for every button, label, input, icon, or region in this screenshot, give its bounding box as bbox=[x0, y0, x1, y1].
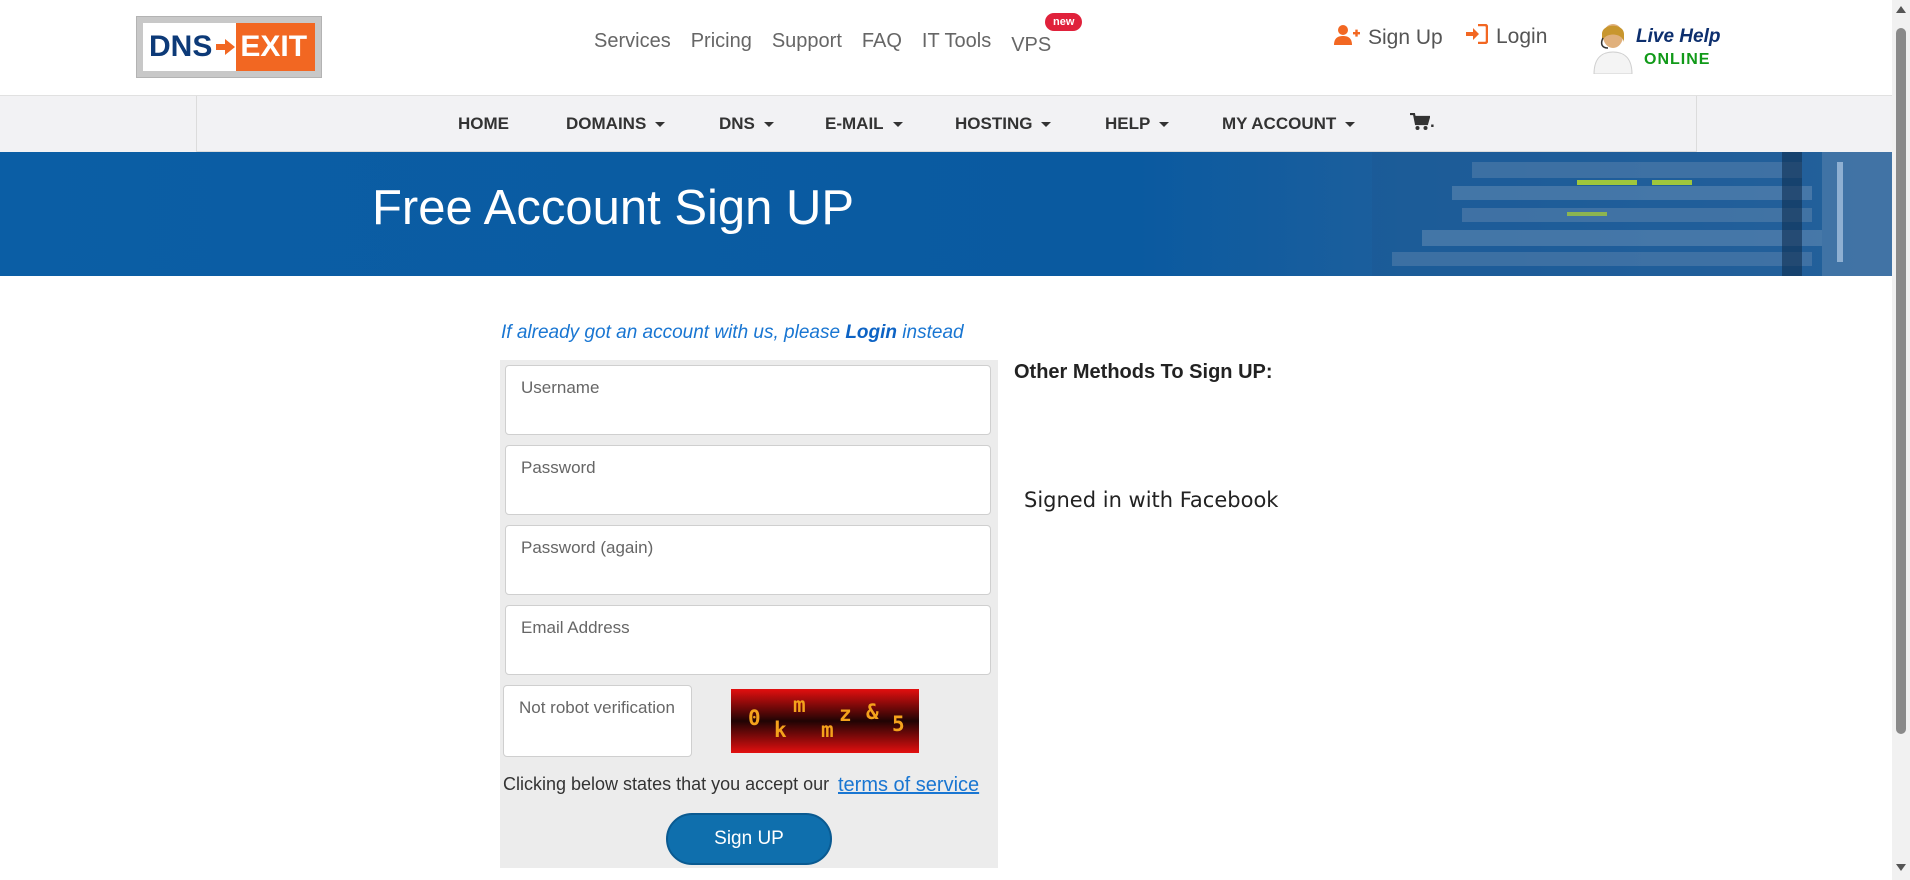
new-badge: new bbox=[1045, 13, 1083, 31]
login-link[interactable]: Login bbox=[1466, 23, 1548, 49]
menu-hosting[interactable]: HOSTING bbox=[955, 114, 1052, 134]
page-banner: Free Account Sign UP bbox=[0, 152, 1892, 276]
menu-home-label: HOME bbox=[458, 114, 509, 133]
terms-of-service-link[interactable]: terms of service bbox=[838, 774, 979, 797]
top-nav: Services Pricing Support FAQ IT Tools VP… bbox=[594, 30, 1071, 56]
username-field[interactable]: Username bbox=[505, 365, 991, 435]
sign-in-icon bbox=[1466, 23, 1489, 49]
menu-dns-label: DNS bbox=[719, 114, 755, 133]
caret-down-icon bbox=[1041, 121, 1052, 127]
vertical-scrollbar[interactable] bbox=[1892, 0, 1910, 880]
logo-arrow-icon bbox=[216, 23, 237, 71]
login-label: Login bbox=[1496, 24, 1548, 48]
caret-down-icon bbox=[892, 121, 903, 127]
nav-it-tools[interactable]: IT Tools bbox=[922, 30, 991, 53]
password-again-placeholder: Password (again) bbox=[521, 538, 654, 557]
page-title: Free Account Sign UP bbox=[372, 181, 855, 235]
menu-dns[interactable]: DNS bbox=[719, 114, 774, 134]
scroll-down-arrow-icon[interactable] bbox=[1896, 864, 1906, 871]
captcha-char: k bbox=[774, 718, 787, 742]
dnsexit-logo[interactable]: DNS EXIT bbox=[136, 16, 322, 78]
nav-pricing[interactable]: Pricing bbox=[691, 30, 752, 53]
email-placeholder: Email Address bbox=[521, 618, 630, 637]
login-instead-link[interactable]: Login bbox=[845, 322, 897, 343]
nav-support[interactable]: Support bbox=[772, 30, 842, 53]
main-nav: HOME DOMAINS DNS E-MAIL HOSTING HELP MY … bbox=[196, 96, 1697, 152]
password-again-field[interactable]: Password (again) bbox=[505, 525, 991, 595]
scrollbar-thumb[interactable] bbox=[1896, 28, 1906, 734]
caret-down-icon bbox=[1345, 121, 1356, 127]
captcha-char: 0 bbox=[748, 706, 761, 730]
caret-down-icon bbox=[763, 121, 774, 127]
menu-hosting-label: HOSTING bbox=[955, 114, 1033, 133]
captcha-char: z bbox=[839, 702, 852, 726]
logo-text-dns: DNS bbox=[143, 23, 217, 71]
signup-submit-button[interactable]: Sign UP bbox=[666, 813, 832, 865]
cart-label: . bbox=[1430, 112, 1435, 131]
other-methods-title: Other Methods To Sign UP: bbox=[1014, 361, 1273, 383]
menu-cart[interactable]: . bbox=[1410, 112, 1435, 132]
captcha-char: & bbox=[866, 700, 879, 724]
menu-my-account-label: MY ACCOUNT bbox=[1222, 114, 1337, 133]
captcha-input[interactable]: Not robot verification bbox=[503, 685, 692, 757]
server-rack-image bbox=[1372, 152, 1892, 276]
user-plus-icon bbox=[1334, 24, 1360, 51]
shopping-cart-icon bbox=[1410, 113, 1430, 130]
tos-statement: Clicking below states that you accept ou… bbox=[503, 774, 830, 794]
menu-help-label: HELP bbox=[1105, 114, 1151, 133]
live-help-widget[interactable]: Live Help ONLINE bbox=[1592, 20, 1742, 74]
menu-home[interactable]: HOME bbox=[458, 114, 509, 134]
captcha-char: m bbox=[793, 693, 806, 717]
menu-email[interactable]: E-MAIL bbox=[825, 114, 903, 134]
top-header: DNS EXIT Services Pricing Support FAQ IT… bbox=[0, 0, 1892, 95]
signup-label: Sign Up bbox=[1368, 25, 1443, 49]
scroll-up-arrow-icon[interactable] bbox=[1896, 6, 1906, 13]
nav-services[interactable]: Services bbox=[594, 30, 671, 53]
support-agent-icon bbox=[1593, 24, 1633, 74]
captcha-placeholder: Not robot verification bbox=[519, 698, 675, 717]
captcha-char: 5 bbox=[892, 712, 905, 736]
password-placeholder: Password bbox=[521, 458, 596, 477]
captcha-char: m bbox=[821, 718, 834, 742]
menu-email-label: E-MAIL bbox=[825, 114, 884, 133]
login-instead-note: If already got an account with us, pleas… bbox=[501, 322, 964, 344]
signup-form: Username Password Password (again) Email… bbox=[500, 360, 998, 868]
signup-submit-label: Sign UP bbox=[714, 828, 784, 849]
caret-down-icon bbox=[655, 121, 666, 127]
live-help-status: ONLINE bbox=[1644, 51, 1711, 68]
menu-domains[interactable]: DOMAINS bbox=[566, 114, 666, 134]
live-help-label: Live Help bbox=[1636, 26, 1721, 47]
main-nav-bar: HOME DOMAINS DNS E-MAIL HOSTING HELP MY … bbox=[0, 95, 1892, 153]
nav-vps[interactable]: VPS bbox=[1011, 34, 1051, 57]
nav-faq[interactable]: FAQ bbox=[862, 30, 902, 53]
login-note-prefix: If already got an account with us, pleas… bbox=[501, 322, 846, 343]
menu-my-account[interactable]: MY ACCOUNT bbox=[1222, 114, 1356, 134]
password-field[interactable]: Password bbox=[505, 445, 991, 515]
login-note-suffix: instead bbox=[897, 322, 964, 343]
facebook-signin-status[interactable]: Signed in with Facebook bbox=[1024, 488, 1278, 512]
username-placeholder: Username bbox=[521, 378, 600, 397]
signup-link[interactable]: Sign Up bbox=[1334, 24, 1443, 51]
email-field[interactable]: Email Address bbox=[505, 605, 991, 675]
logo-text-exit: EXIT bbox=[236, 23, 315, 71]
caret-down-icon bbox=[1159, 121, 1170, 127]
captcha-image: 0 k m m z & 5 bbox=[731, 689, 919, 753]
menu-help[interactable]: HELP bbox=[1105, 114, 1170, 134]
menu-domains-label: DOMAINS bbox=[566, 114, 647, 133]
